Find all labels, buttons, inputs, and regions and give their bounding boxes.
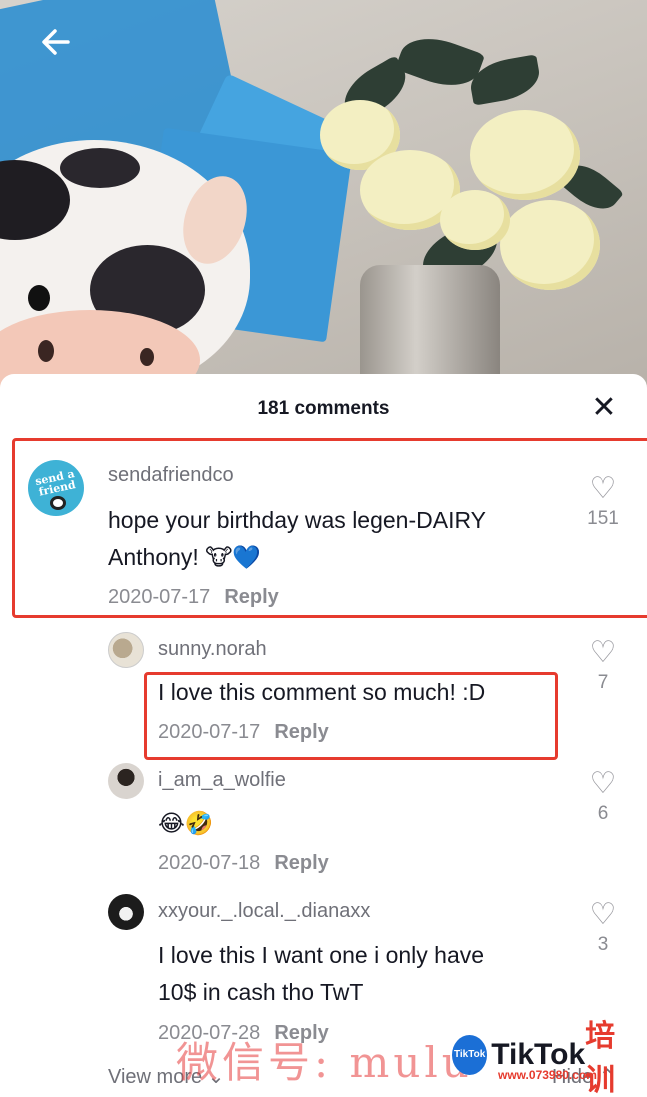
cow-icon bbox=[50, 496, 66, 510]
comments-count-title: 181 comments bbox=[257, 398, 390, 419]
heart-outline-icon: ♡ bbox=[589, 898, 617, 931]
avatar[interactable]: send a friend bbox=[28, 460, 84, 516]
like-count: 7 bbox=[597, 672, 609, 693]
avatar[interactable] bbox=[108, 632, 144, 668]
cow-spot bbox=[60, 148, 140, 188]
like-button[interactable]: ♡ 3 bbox=[583, 900, 623, 956]
flower bbox=[440, 190, 510, 250]
cow-eye bbox=[28, 285, 50, 311]
comment-meta: 2020-07-17 Reply bbox=[158, 721, 329, 744]
like-button[interactable]: ♡ 151 bbox=[583, 474, 623, 530]
watermark-circle: TikTok bbox=[452, 1035, 488, 1075]
heart-outline-icon: ♡ bbox=[589, 636, 617, 669]
cow-nostril bbox=[140, 348, 154, 366]
heart-outline-icon: ♡ bbox=[589, 472, 617, 505]
comment-username[interactable]: i_am_a_wolfie bbox=[158, 769, 286, 792]
comment-username[interactable]: sunny.norah bbox=[158, 638, 267, 661]
reply-button[interactable]: Reply bbox=[274, 852, 328, 874]
cow-nostril bbox=[38, 340, 54, 362]
like-count: 6 bbox=[597, 803, 609, 824]
comment-text: hope your birthday was legen-DAIRY bbox=[108, 507, 487, 533]
watermark-brand-cn: 培训 bbox=[585, 1020, 616, 1097]
comment-meta: 2020-07-18 Reply bbox=[158, 852, 329, 875]
watermark-text: 微信号: mulu bbox=[176, 1038, 473, 1087]
comment-username[interactable]: xxyour._.local._.dianaxx bbox=[158, 900, 370, 923]
flower bbox=[470, 110, 580, 200]
comment-username[interactable]: sendafriendco bbox=[108, 464, 234, 487]
avatar[interactable] bbox=[108, 894, 144, 930]
comment-date: 2020-07-17 bbox=[158, 721, 261, 743]
avatar[interactable] bbox=[108, 763, 144, 799]
reply-button[interactable]: Reply bbox=[274, 721, 328, 743]
comment-text: I love this comment so much! :D bbox=[158, 679, 486, 705]
comment-date: 2020-07-18 bbox=[158, 852, 261, 874]
video-background bbox=[0, 0, 647, 400]
watermark-brand: TikTok bbox=[491, 1038, 586, 1071]
close-icon[interactable]: ✕ bbox=[588, 392, 620, 424]
comment-text: 10$ in cash tho TwT bbox=[158, 979, 364, 1005]
comment-date: 2020-07-17 bbox=[108, 586, 211, 608]
like-count: 151 bbox=[587, 508, 619, 529]
like-button[interactable]: ♡ 6 bbox=[583, 769, 623, 825]
like-button[interactable]: ♡ 7 bbox=[583, 638, 623, 694]
comment-text: Anthony! 🐮💙 bbox=[108, 544, 262, 570]
heart-outline-icon: ♡ bbox=[589, 767, 617, 800]
arrow-left-icon[interactable] bbox=[34, 22, 78, 62]
reply-button[interactable]: Reply bbox=[224, 586, 278, 608]
flower bbox=[500, 200, 600, 290]
avatar-logo-text: send a friend bbox=[34, 467, 77, 499]
comment-text: I love this I want one i only have bbox=[158, 942, 485, 968]
comment-text: 😂🤣 bbox=[158, 810, 214, 836]
watermark-url: www.073980.com bbox=[498, 1068, 597, 1082]
comment-meta: 2020-07-17 Reply bbox=[108, 586, 279, 609]
like-count: 3 bbox=[597, 934, 609, 955]
comments-sheet: 181 comments ✕ send a friend sendafriend… bbox=[0, 374, 647, 1097]
